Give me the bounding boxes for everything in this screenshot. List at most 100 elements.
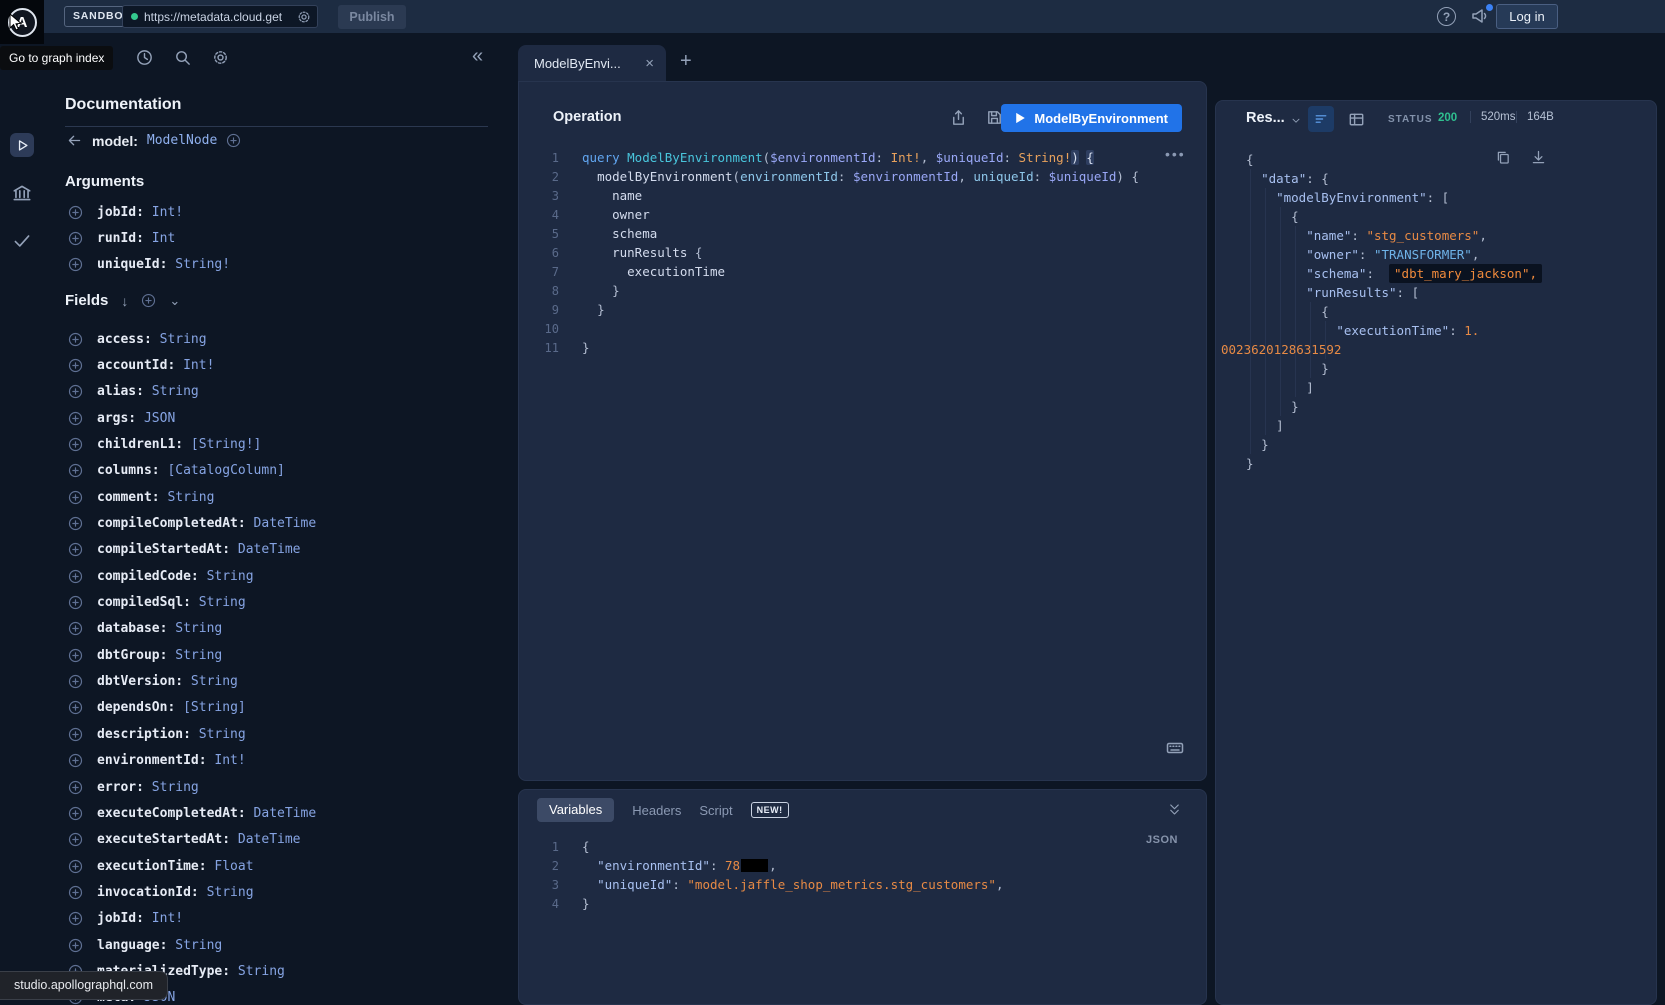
new-badge: NEW! xyxy=(751,802,789,818)
run-operation-button[interactable]: ModelByEnvironment xyxy=(1001,104,1182,132)
line-number: 1 xyxy=(519,149,559,168)
field-row[interactable]: alias: String xyxy=(68,379,508,405)
endpoint-url-input[interactable]: https://metadata.cloud.get xyxy=(122,5,318,28)
field-row[interactable]: columns: [CatalogColumn] xyxy=(68,458,508,484)
code-line: { xyxy=(1216,150,1652,169)
add-field-icon[interactable] xyxy=(68,437,83,452)
add-field-icon[interactable] xyxy=(68,727,83,742)
field-row[interactable]: executeStartedAt: DateTime xyxy=(68,827,508,853)
back-arrow-icon[interactable] xyxy=(66,132,83,149)
field-row[interactable]: description: String xyxy=(68,721,508,747)
variables-editor[interactable]: 1{2 "environmentId": 78,3 "uniqueId": "m… xyxy=(519,837,1192,913)
field-row[interactable]: compiledCode: String xyxy=(68,563,508,589)
field-row[interactable]: dbtVersion: String xyxy=(68,668,508,694)
collapse-panel-icon[interactable]: « xyxy=(472,46,483,66)
field-row[interactable]: dbtGroup: String xyxy=(68,642,508,668)
response-body: { "data": { "modelByEnvironment": [ { "n… xyxy=(1216,150,1652,473)
add-field-icon[interactable] xyxy=(68,332,83,347)
tab-close-icon[interactable]: × xyxy=(645,55,654,72)
publish-button[interactable]: Publish xyxy=(338,5,406,29)
add-field-icon[interactable] xyxy=(68,542,83,557)
add-field-icon[interactable] xyxy=(68,832,83,847)
argument-row[interactable]: jobId: Int! xyxy=(68,199,498,225)
add-type-icon[interactable] xyxy=(226,133,241,148)
field-row[interactable]: compileCompletedAt: DateTime xyxy=(68,510,508,536)
response-chevron-down-icon[interactable] xyxy=(1290,115,1302,127)
field-type: [CatalogColumn] xyxy=(160,463,285,478)
add-field-icon[interactable] xyxy=(68,257,83,272)
collapse-variables-icon[interactable] xyxy=(1167,802,1182,817)
add-field-icon[interactable] xyxy=(68,595,83,610)
field-row[interactable]: executeCompletedAt: DateTime xyxy=(68,800,508,826)
add-field-icon[interactable] xyxy=(68,411,83,426)
add-field-icon[interactable] xyxy=(68,911,83,926)
sort-fields-icon[interactable]: ↓ xyxy=(121,293,128,309)
add-field-icon[interactable] xyxy=(68,490,83,505)
field-row[interactable]: args: JSON xyxy=(68,405,508,431)
add-field-icon[interactable] xyxy=(68,885,83,900)
field-row[interactable]: compiledSql: String xyxy=(68,589,508,615)
field-type: String xyxy=(152,332,207,347)
breadcrumb-type[interactable]: ModelNode xyxy=(147,133,217,148)
endpoint-settings-gear-icon[interactable] xyxy=(296,9,312,25)
settings-gear-icon[interactable] xyxy=(211,48,230,67)
field-name: columns: xyxy=(97,463,160,478)
keyboard-shortcuts-icon[interactable] xyxy=(1165,738,1185,758)
add-field-icon[interactable] xyxy=(68,780,83,795)
field-row[interactable]: error: String xyxy=(68,774,508,800)
field-row[interactable]: compileStartedAt: DateTime xyxy=(68,537,508,563)
field-row[interactable]: invocationId: String xyxy=(68,879,508,905)
rail-item-checks[interactable] xyxy=(11,230,33,252)
field-name: comment: xyxy=(97,490,160,505)
table-view-icon[interactable] xyxy=(1347,110,1366,129)
field-row[interactable]: database: String xyxy=(68,616,508,642)
help-icon[interactable]: ? xyxy=(1437,7,1456,26)
add-field-icon[interactable] xyxy=(68,621,83,636)
field-row[interactable]: executionTime: Float xyxy=(68,853,508,879)
fields-chevron-down-icon[interactable]: ⌄ xyxy=(169,293,180,309)
code-line: ] xyxy=(1216,416,1652,435)
add-field-icon[interactable] xyxy=(68,859,83,874)
tab-modelbyenvironment[interactable]: ModelByEnvi... × xyxy=(518,45,666,81)
field-row[interactable]: language: String xyxy=(68,932,508,958)
add-all-fields-icon[interactable] xyxy=(141,293,156,308)
add-field-icon[interactable] xyxy=(68,569,83,584)
tab-script[interactable]: Script xyxy=(699,803,732,818)
rail-item-explorer[interactable] xyxy=(10,133,34,157)
add-field-icon[interactable] xyxy=(68,648,83,663)
operation-editor[interactable]: 1query ModelByEnvironment($environmentId… xyxy=(519,148,1192,357)
add-field-icon[interactable] xyxy=(68,753,83,768)
add-field-icon[interactable] xyxy=(68,358,83,373)
add-field-icon[interactable] xyxy=(68,463,83,478)
search-icon[interactable] xyxy=(173,48,192,67)
argument-row[interactable]: runId: Int xyxy=(68,225,498,251)
field-type: String! xyxy=(167,257,230,272)
login-button[interactable]: Log in xyxy=(1496,4,1558,29)
share-icon[interactable] xyxy=(949,108,968,127)
argument-row[interactable]: uniqueId: String! xyxy=(68,252,498,278)
add-field-icon[interactable] xyxy=(68,516,83,531)
add-field-icon[interactable] xyxy=(68,384,83,399)
field-row[interactable]: accountId: Int! xyxy=(68,352,508,378)
add-field-icon[interactable] xyxy=(68,674,83,689)
field-name: args: xyxy=(97,411,136,426)
add-field-icon[interactable] xyxy=(68,205,83,220)
field-type: String xyxy=(191,727,246,742)
add-field-icon[interactable] xyxy=(68,938,83,953)
new-tab-icon[interactable]: + xyxy=(680,50,692,73)
rail-item-graph-index[interactable] xyxy=(11,182,33,204)
field-row[interactable]: dependsOn: [String] xyxy=(68,695,508,721)
history-icon[interactable] xyxy=(135,48,154,67)
add-field-icon[interactable] xyxy=(68,231,83,246)
field-row[interactable]: jobId: Int! xyxy=(68,906,508,932)
add-field-icon[interactable] xyxy=(68,700,83,715)
response-view-tree-toggle[interactable] xyxy=(1308,106,1334,132)
add-field-icon[interactable] xyxy=(68,806,83,821)
code-line: 2 "environmentId": 78, xyxy=(519,856,1192,875)
field-row[interactable]: access: String xyxy=(68,326,508,352)
tab-headers[interactable]: Headers xyxy=(632,803,681,818)
field-row[interactable]: comment: String xyxy=(68,484,508,510)
tab-variables[interactable]: Variables xyxy=(537,798,614,822)
field-row[interactable]: childrenL1: [String!] xyxy=(68,431,508,457)
field-row[interactable]: environmentId: Int! xyxy=(68,748,508,774)
